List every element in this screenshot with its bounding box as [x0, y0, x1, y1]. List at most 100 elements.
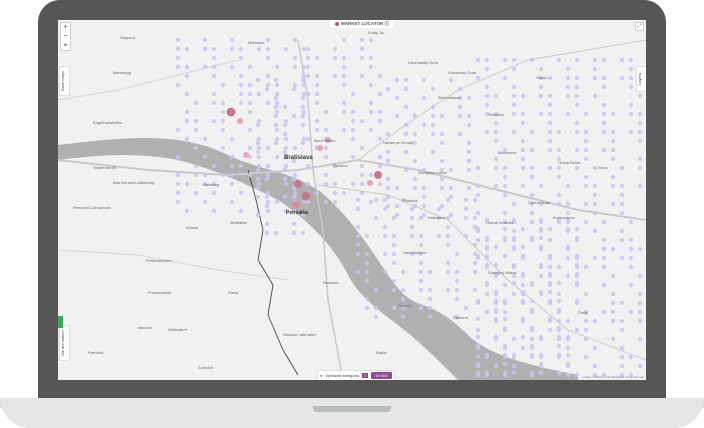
- count-pill[interactable]: 10 000: [371, 372, 392, 379]
- density-dot: [274, 91, 280, 97]
- layers-tab[interactable]: Layers: [636, 66, 646, 92]
- density-dot: [274, 82, 280, 88]
- density-dot: [475, 183, 481, 189]
- density-dot: [529, 235, 535, 241]
- map-screen[interactable]: Bratislava Petržalka Nové Mesto Ružinov …: [58, 20, 646, 380]
- density-dot: [305, 91, 311, 97]
- density-dot: [574, 165, 580, 171]
- density-dot: [256, 136, 262, 142]
- density-dot: [439, 185, 445, 191]
- zoom-out-button[interactable]: −: [61, 32, 70, 41]
- density-dot: [556, 307, 562, 313]
- density-dot: [364, 305, 370, 311]
- density-dot: [448, 77, 454, 83]
- density-dot: [255, 212, 261, 218]
- density-dot: [193, 145, 199, 151]
- place-label: Marianka: [248, 40, 265, 45]
- density-dot: [355, 206, 361, 212]
- density-dot: [445, 215, 451, 221]
- density-dot: [368, 55, 374, 61]
- density-dot: [454, 251, 460, 257]
- density-dot: [355, 197, 361, 203]
- density-dot: [421, 122, 427, 128]
- density-dot: [273, 104, 279, 110]
- density-dot: [475, 316, 481, 322]
- density-dot: [547, 327, 553, 333]
- base-maps-tab[interactable]: Base maps: [59, 66, 70, 96]
- density-dot: [565, 255, 571, 261]
- density-dot: [412, 158, 418, 164]
- hotspot-dot: [226, 107, 236, 117]
- map-attribution: Leaflet | © Mapbox © OpenStreetMap Impro…: [582, 376, 644, 379]
- chat-tab[interactable]: We are online!: [59, 325, 70, 361]
- density-dot: [466, 113, 472, 119]
- density-dot: [637, 363, 643, 369]
- place-label: Stupava: [120, 35, 135, 40]
- local-road: [58, 249, 289, 281]
- density-dot: [229, 64, 235, 70]
- density-dot: [610, 147, 616, 153]
- density-dot: [583, 291, 589, 297]
- density-dot: [382, 269, 388, 275]
- density-dot: [472, 197, 478, 203]
- density-dot: [520, 156, 526, 162]
- hotspot-dot: [317, 145, 323, 151]
- density-dot: [520, 282, 526, 288]
- density-dot: [556, 129, 562, 135]
- density-dot: [529, 280, 535, 286]
- density-dot: [529, 192, 535, 198]
- zoom-in-button[interactable]: +: [61, 23, 70, 32]
- density-dot: [385, 185, 391, 191]
- density-dot: [574, 84, 580, 90]
- density-dot: [350, 127, 356, 133]
- density-dot: [282, 149, 288, 155]
- filter-icon[interactable]: ≡: [362, 373, 369, 378]
- density-dot: [292, 55, 298, 61]
- density-dot: [565, 318, 571, 324]
- density-dot: [484, 93, 490, 99]
- density-dot: [493, 129, 499, 135]
- density-dot: [529, 343, 535, 349]
- density-dot: [475, 192, 481, 198]
- density-dot: [529, 336, 535, 342]
- density-dot: [574, 75, 580, 81]
- place-label: Stopfenreuth: [93, 165, 116, 170]
- expand-icon[interactable]: ⤢: [635, 22, 644, 31]
- density-dot: [220, 82, 226, 88]
- density-dot: [475, 370, 481, 376]
- density-dot: [484, 235, 490, 241]
- density-dot: [511, 262, 517, 268]
- density-dot: [445, 242, 451, 248]
- density-dot: [427, 287, 433, 293]
- density-dot: [511, 280, 517, 286]
- density-dot: [238, 163, 244, 169]
- density-dot: [377, 91, 383, 97]
- density-dot: [184, 208, 190, 214]
- density-dot: [619, 363, 625, 369]
- density-dot: [391, 233, 397, 239]
- density-dot: [403, 86, 409, 92]
- density-dot: [502, 210, 508, 216]
- density-dot: [502, 235, 508, 241]
- place-label: Parndorf: [88, 350, 104, 355]
- density-dot: [421, 95, 427, 101]
- density-dot: [238, 55, 244, 61]
- density-dot: [592, 66, 598, 72]
- density-dot: [193, 163, 199, 169]
- density-dot: [445, 260, 451, 266]
- density-dot: [274, 127, 280, 133]
- density-dot: [359, 181, 365, 187]
- density-dot: [255, 77, 261, 83]
- density-dot: [184, 73, 190, 79]
- density-dot: [364, 296, 370, 302]
- density-dot: [332, 73, 338, 79]
- density-dot: [502, 325, 508, 331]
- density-dot: [565, 345, 571, 351]
- density-dot: [592, 363, 598, 369]
- density-dot: [475, 226, 481, 232]
- locate-icon[interactable]: ⌖: [61, 41, 70, 50]
- place-label: Engelhartstetten: [93, 120, 123, 125]
- category-input[interactable]: Vyhľadať kategóriu: [325, 373, 359, 378]
- density-dot: [592, 192, 598, 198]
- density-dot: [256, 118, 262, 124]
